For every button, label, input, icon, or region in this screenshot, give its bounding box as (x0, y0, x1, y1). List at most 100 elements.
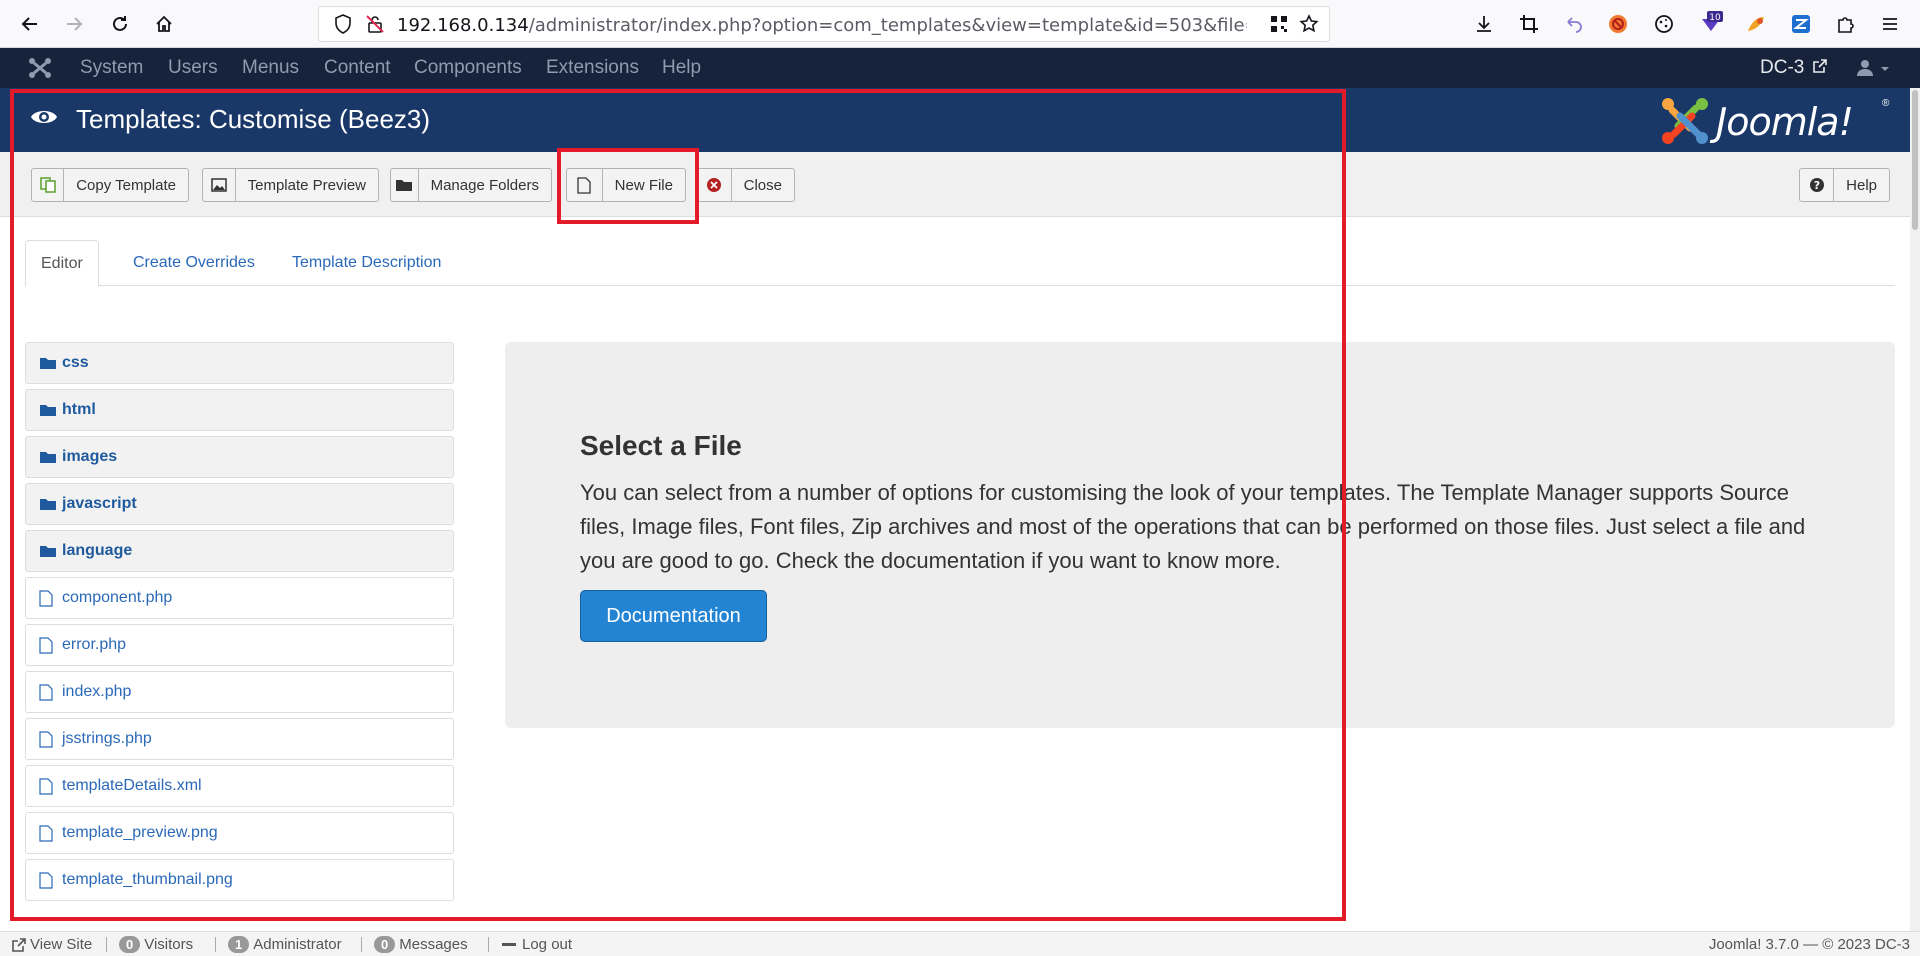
file-label: index.php (62, 683, 132, 700)
file-template-preview-png[interactable]: template_preview.png (25, 812, 454, 854)
folder-label: language (62, 542, 133, 559)
scrollbar[interactable] (1910, 88, 1920, 931)
undo-icon[interactable] (1560, 10, 1588, 38)
chevron-down-icon (1881, 67, 1889, 71)
messages-status: 0 Messages (374, 936, 468, 953)
download-icon[interactable] (1470, 10, 1498, 38)
scrollbar-thumb[interactable] (1912, 90, 1918, 230)
close-circle-icon (698, 169, 732, 201)
user-icon (1857, 60, 1873, 76)
folder-icon (391, 169, 419, 201)
home-icon[interactable] (150, 10, 178, 38)
crop-icon[interactable] (1515, 10, 1543, 38)
pumpkin-icon[interactable] (1742, 10, 1770, 38)
file-label: template_preview.png (62, 824, 218, 841)
insecure-lock-icon[interactable] (361, 10, 389, 38)
registered-mark: ® (1882, 98, 1890, 109)
file-templatedetails-xml[interactable]: templateDetails.xml (25, 765, 454, 807)
user-menu[interactable] (1852, 56, 1892, 80)
manage-folders-label: Manage Folders (430, 176, 539, 194)
folder-icon (39, 449, 58, 465)
bookmark-star-icon[interactable] (1295, 10, 1323, 38)
svg-text:?: ? (1813, 179, 1819, 192)
separator (488, 937, 489, 952)
copy-template-button[interactable]: Copy Template (31, 168, 189, 202)
messages-badge: 0 (374, 936, 396, 953)
folder-icon (39, 496, 58, 512)
messages-label: Messages (399, 936, 468, 953)
menu-menus[interactable]: Menus (242, 57, 299, 79)
admin-badge: 1 (228, 936, 250, 953)
question-icon: ? (1800, 169, 1835, 201)
menu-system[interactable]: System (80, 57, 143, 79)
svg-text:10: 10 (1709, 13, 1721, 23)
block-icon[interactable] (1604, 10, 1632, 38)
copyright: Joomla! 3.7.0 — © 2023 DC-3 (1708, 936, 1910, 953)
joomla-icon[interactable] (28, 57, 52, 84)
logout-icon (502, 942, 516, 946)
file-icon (567, 169, 603, 201)
folder-language[interactable]: language (25, 530, 454, 572)
file-label: jsstrings.php (62, 730, 152, 747)
file-error-php[interactable]: error.php (25, 624, 454, 666)
folder-css[interactable]: css (25, 342, 454, 384)
file-label: component.php (62, 589, 173, 606)
tab-template-description[interactable]: Template Description (277, 240, 456, 286)
shield-icon[interactable] (329, 10, 357, 38)
menu-extensions[interactable]: Extensions (546, 57, 639, 79)
file-jsstrings-php[interactable]: jsstrings.php (25, 718, 454, 760)
separator (106, 937, 107, 952)
file-icon (39, 871, 58, 889)
folder-javascript[interactable]: javascript (25, 483, 454, 525)
admin-label: Administrator (253, 936, 342, 953)
zotero-icon[interactable] (1787, 10, 1815, 38)
admin-top-menu: System Users Menus Content Components Ex… (0, 48, 1920, 88)
close-button[interactable]: Close (697, 168, 795, 202)
forward-arrow-icon[interactable] (60, 10, 88, 38)
file-icon (39, 589, 58, 607)
url-bar[interactable]: 192.168.0.134/administrator/index.php?op… (318, 6, 1330, 42)
menu-components[interactable]: Components (414, 57, 522, 79)
menu-users[interactable]: Users (168, 57, 218, 79)
view-site-label: View Site (30, 936, 93, 953)
puzzle-icon[interactable] (1832, 10, 1860, 38)
new-file-button[interactable]: New File (566, 168, 686, 202)
tab-create-overrides[interactable]: Create Overrides (118, 240, 270, 286)
site-link[interactable]: DC-3 (1760, 57, 1827, 79)
folder-label: images (62, 448, 118, 465)
file-component-php[interactable]: component.php (25, 577, 454, 619)
folder-html[interactable]: html (25, 389, 454, 431)
back-arrow-icon[interactable] (16, 10, 44, 38)
template-preview-label: Template Preview (247, 176, 366, 194)
documentation-button[interactable]: Documentation (580, 590, 767, 642)
file-index-php[interactable]: index.php (25, 671, 454, 713)
eye-icon (30, 106, 58, 133)
qr-code-icon[interactable] (1265, 10, 1293, 38)
file-icon (39, 777, 58, 795)
close-label: Close (743, 176, 782, 194)
separator (361, 937, 362, 952)
file-template-thumbnail-png[interactable]: template_thumbnail.png (25, 859, 454, 901)
cookie-icon[interactable] (1650, 10, 1678, 38)
template-preview-button[interactable]: Template Preview (202, 168, 379, 202)
menu-content[interactable]: Content (324, 57, 391, 79)
separator (215, 937, 216, 952)
extension-badge-icon[interactable]: 10 (1697, 10, 1725, 38)
visitors-badge: 0 (119, 936, 141, 953)
hamburger-menu-icon[interactable] (1876, 10, 1904, 38)
menu-help[interactable]: Help (662, 57, 701, 79)
help-button[interactable]: ? Help (1799, 168, 1890, 202)
folder-label: javascript (62, 495, 137, 512)
editor-tabs: Editor Create Overrides Template Descrip… (25, 240, 1895, 287)
folder-images[interactable]: images (25, 436, 454, 478)
reload-icon[interactable] (106, 10, 134, 38)
logout-link[interactable]: Log out (502, 936, 572, 953)
folder-label: html (62, 401, 96, 418)
visitors-status: 0 Visitors (119, 936, 193, 953)
manage-folders-button[interactable]: Manage Folders (390, 168, 552, 202)
view-site-link[interactable]: View Site (12, 936, 92, 953)
tab-editor[interactable]: Editor (25, 240, 99, 287)
file-icon (39, 730, 58, 748)
logout-label: Log out (522, 936, 573, 953)
panel-description: You can select from a number of options … (580, 480, 1806, 573)
